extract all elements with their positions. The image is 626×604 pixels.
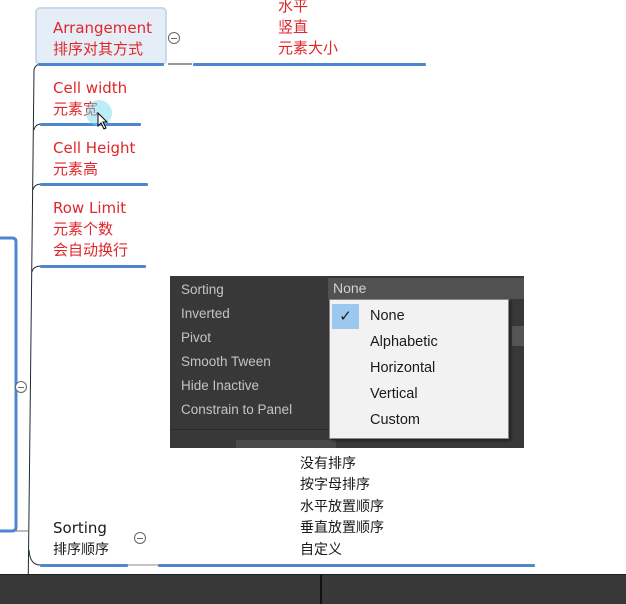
dropdown-option-none[interactable]: None (370, 308, 405, 324)
check-icon: ✓ (332, 304, 359, 329)
row-limit-title: Row Limit (53, 199, 127, 217)
inspector-label-smooth-tween: Smooth Tween (181, 354, 271, 369)
inspector-label-inverted: Inverted (181, 306, 230, 321)
arrangement-children-underline (193, 63, 426, 66)
mouse-cursor-icon (97, 112, 109, 130)
cell-height-subtitle: 元素高 (53, 160, 99, 178)
row-limit-underline (40, 265, 146, 268)
bottom-panel-divider (320, 575, 322, 604)
sorting-select[interactable]: None (328, 278, 524, 299)
row-limit-subtitle: 元素个数 (53, 220, 114, 238)
inspector-divider (170, 429, 328, 430)
dropdown-option-horizontal[interactable]: Horizontal (370, 360, 435, 376)
cell-height-title: Cell Height (53, 139, 136, 157)
collapse-toggle-arrangement[interactable] (168, 32, 180, 44)
sorting-child-vertical: 垂直放置顺序 (300, 520, 384, 536)
sorting-title: Sorting (53, 519, 107, 537)
dropdown-option-vertical[interactable]: Vertical (370, 386, 418, 402)
unity-inspector-panel: Sorting Inverted Pivot Smooth Tween Hide… (170, 276, 524, 448)
cell-width-title: Cell width (53, 79, 128, 97)
dropdown-option-custom[interactable]: Custom (370, 412, 420, 428)
collapse-toggle-sorting[interactable] (134, 532, 146, 544)
inspector-label-constrain-to-panel: Constrain to Panel (181, 402, 293, 417)
sorting-child-custom: 自定义 (300, 542, 342, 558)
sorting-children-underline (158, 564, 535, 567)
sorting-dropdown-menu: ✓ None Alphabetic Horizontal Vertical Cu… (329, 299, 509, 439)
sorting-child-horizontal: 水平放置顺序 (300, 499, 384, 515)
dropdown-option-alphabetic[interactable]: Alphabetic (370, 334, 438, 350)
arrangement-child-vertical: 竖直 (278, 18, 309, 36)
bottom-panel (0, 574, 626, 604)
sorting-child-alphabetic: 按字母排序 (300, 477, 370, 493)
arrangement-underline (38, 63, 164, 66)
inspector-scrollbar[interactable] (236, 440, 336, 448)
arrangement-child-horizontal: 水平 (278, 0, 309, 15)
sorting-child-none: 没有排序 (300, 456, 356, 472)
inspector-label-hide-inactive: Hide Inactive (181, 378, 260, 393)
sorting-subtitle: 排序顺序 (53, 542, 109, 558)
sorting-underline (40, 564, 128, 567)
arrangement-child-size: 元素大小 (278, 39, 339, 57)
arrangement-subtitle: 排序对其方式 (53, 40, 144, 58)
inspector-label-pivot: Pivot (181, 330, 212, 345)
inspector-label-sorting: Sorting (181, 282, 224, 297)
collapse-toggle-root[interactable] (15, 381, 27, 393)
cell-height-underline (40, 183, 148, 186)
arrangement-title: Arrangement (53, 19, 153, 37)
inspector-side-field (512, 326, 524, 346)
row-limit-note: 会自动换行 (53, 241, 129, 259)
